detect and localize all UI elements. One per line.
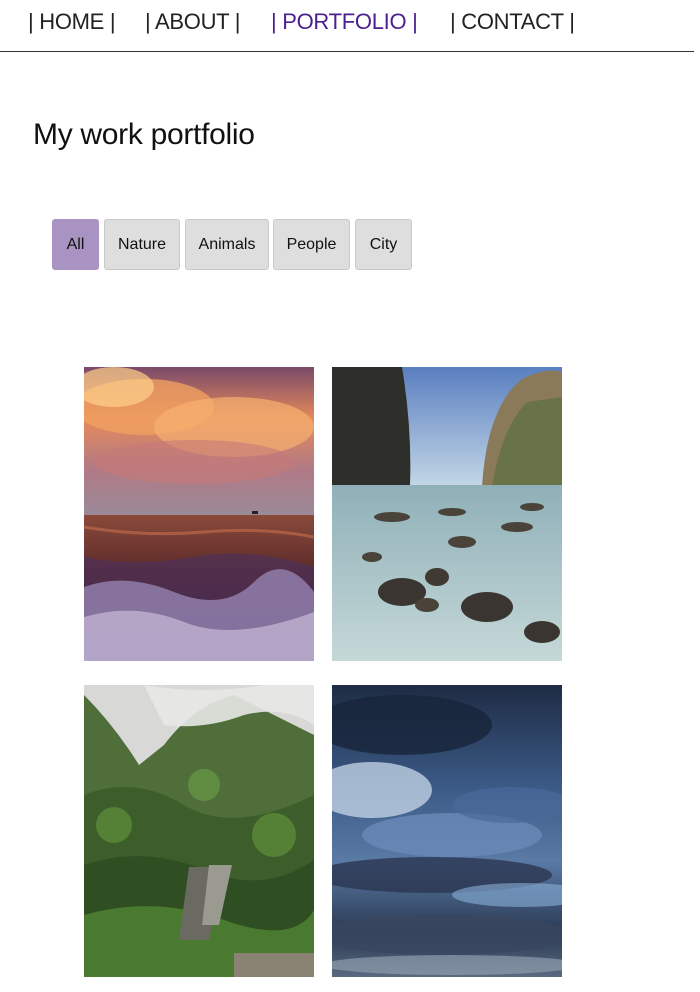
filter-animals-button[interactable]: Animals — [185, 219, 269, 270]
photo-sunset-sea[interactable] — [84, 367, 314, 661]
filter-nature-button[interactable]: Nature — [104, 219, 180, 270]
filter-people-button[interactable]: People — [273, 219, 350, 270]
filter-city-button[interactable]: City — [355, 219, 412, 270]
misty-mountains-image — [84, 685, 314, 977]
filter-all-button[interactable]: All — [52, 219, 99, 270]
top-navigation: | HOME | | ABOUT | | PORTFOLIO | | CONTA… — [0, 0, 694, 52]
cloudy-sky-image — [332, 685, 562, 977]
rocky-beach-image — [332, 367, 562, 661]
nav-about-link[interactable]: | ABOUT | — [145, 8, 240, 36]
sunset-sea-image — [84, 367, 314, 661]
photo-rocky-beach-cliffs[interactable] — [332, 367, 562, 661]
nav-home-link[interactable]: | HOME | — [28, 8, 116, 36]
nav-portfolio-link[interactable]: | PORTFOLIO | — [271, 8, 418, 36]
nav-contact-link[interactable]: | CONTACT | — [450, 8, 575, 36]
page-title: My work portfolio — [33, 118, 255, 151]
photo-cloudy-sky[interactable] — [332, 685, 562, 977]
photo-misty-green-mountains[interactable] — [84, 685, 314, 977]
